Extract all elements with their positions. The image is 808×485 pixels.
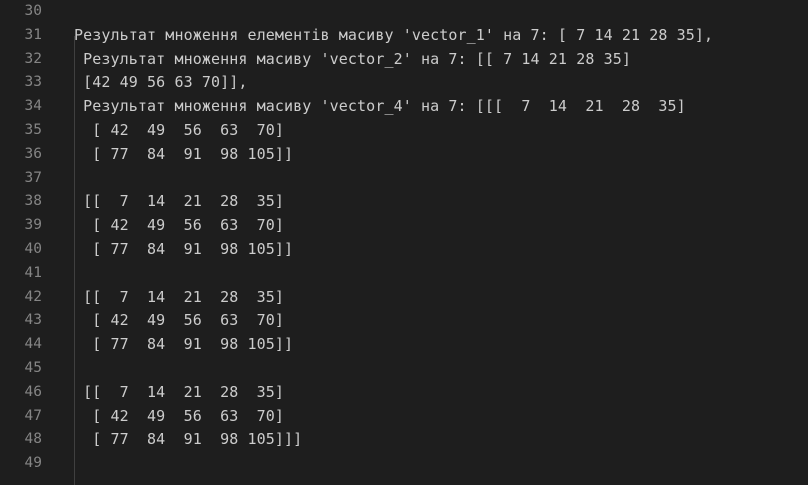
editor-line[interactable]: 36 [ 77 84 91 98 105]]	[0, 143, 808, 167]
editor-line[interactable]: 43 [ 42 49 56 63 70]	[0, 309, 808, 333]
line-text: [ 42 49 56 63 70]	[74, 216, 285, 235]
line-number: 38	[24, 193, 42, 210]
line-text: [ 77 84 91 98 105]]	[74, 144, 294, 163]
editor-line[interactable]: 33 [42 49 56 63 70]],	[0, 71, 808, 95]
line-number: 33	[24, 74, 42, 91]
line-number: 31	[24, 26, 42, 43]
editor-line[interactable]: 41	[0, 262, 808, 286]
editor-line[interactable]: 31 Результат множення елементів масиву 'v…	[0, 24, 808, 48]
line-number: 47	[24, 407, 42, 424]
line-number: 48	[24, 431, 42, 448]
line-number: 34	[24, 98, 42, 115]
line-text: [42 49 56 63 70]],	[74, 73, 248, 92]
line-number: 40	[24, 240, 42, 257]
editor-line[interactable]: 47 [ 42 49 56 63 70]	[0, 405, 808, 429]
editor-line[interactable]: 38 [[ 7 14 21 28 35]	[0, 190, 808, 214]
editor-line[interactable]: 49	[0, 452, 808, 476]
line-text: [ 77 84 91 98 105]]]	[74, 430, 303, 449]
line-text: [ 77 84 91 98 105]]	[74, 335, 294, 354]
editor-line[interactable]: 45	[0, 357, 808, 381]
line-number: 39	[24, 217, 42, 234]
editor-line[interactable]: 40 [ 77 84 91 98 105]]	[0, 238, 808, 262]
editor-line[interactable]: 42 [[ 7 14 21 28 35]	[0, 286, 808, 310]
line-text: [ 42 49 56 63 70]	[74, 120, 285, 139]
line-number: 49	[24, 455, 42, 472]
editor-line[interactable]: 44 [ 77 84 91 98 105]]	[0, 333, 808, 357]
editor-line[interactable]: 32 Результат множення масиву 'vector_2' …	[0, 48, 808, 72]
line-text: [ 77 84 91 98 105]]	[74, 239, 294, 258]
editor-line[interactable]: 39 [ 42 49 56 63 70]	[0, 214, 808, 238]
editor-line[interactable]: 37	[0, 167, 808, 191]
line-number: 42	[24, 288, 42, 305]
line-number: 45	[24, 359, 42, 376]
line-number: 30	[24, 3, 42, 19]
code-editor[interactable]: 30 31 Результат множення елементів масиву…	[0, 0, 808, 485]
editor-line[interactable]: 35 [ 42 49 56 63 70]	[0, 119, 808, 143]
editor-line[interactable]: 30	[0, 0, 808, 24]
line-text: [ 42 49 56 63 70]	[74, 406, 285, 425]
line-text: Результат множення масиву 'vector_2' на …	[74, 49, 631, 68]
line-text: [[ 7 14 21 28 35]	[74, 382, 285, 401]
editor-line[interactable]: 46 [[ 7 14 21 28 35]	[0, 381, 808, 405]
editor-lines: 30 31 Результат множення елементів масиву…	[0, 0, 808, 476]
line-number: 41	[24, 264, 42, 281]
line-text: [[ 7 14 21 28 35]	[74, 287, 285, 306]
line-text: [[ 7 14 21 28 35]	[74, 192, 285, 211]
line-text: [ 42 49 56 63 70]	[74, 311, 285, 330]
editor-line[interactable]: 34 Результат множення масиву 'vector_4' …	[0, 95, 808, 119]
line-number: 46	[24, 383, 42, 400]
line-number: 35	[24, 121, 42, 138]
line-number: 43	[24, 312, 42, 329]
line-text: Результат множення масиву 'vector_4' на …	[74, 97, 686, 116]
editor-line[interactable]: 48 [ 77 84 91 98 105]]]	[0, 428, 808, 452]
line-number: 37	[24, 169, 42, 186]
line-text: Результат множення елементів масиву 'vec…	[74, 25, 714, 44]
line-number: 32	[24, 50, 42, 67]
line-number: 44	[24, 336, 42, 353]
line-number: 36	[24, 145, 42, 162]
